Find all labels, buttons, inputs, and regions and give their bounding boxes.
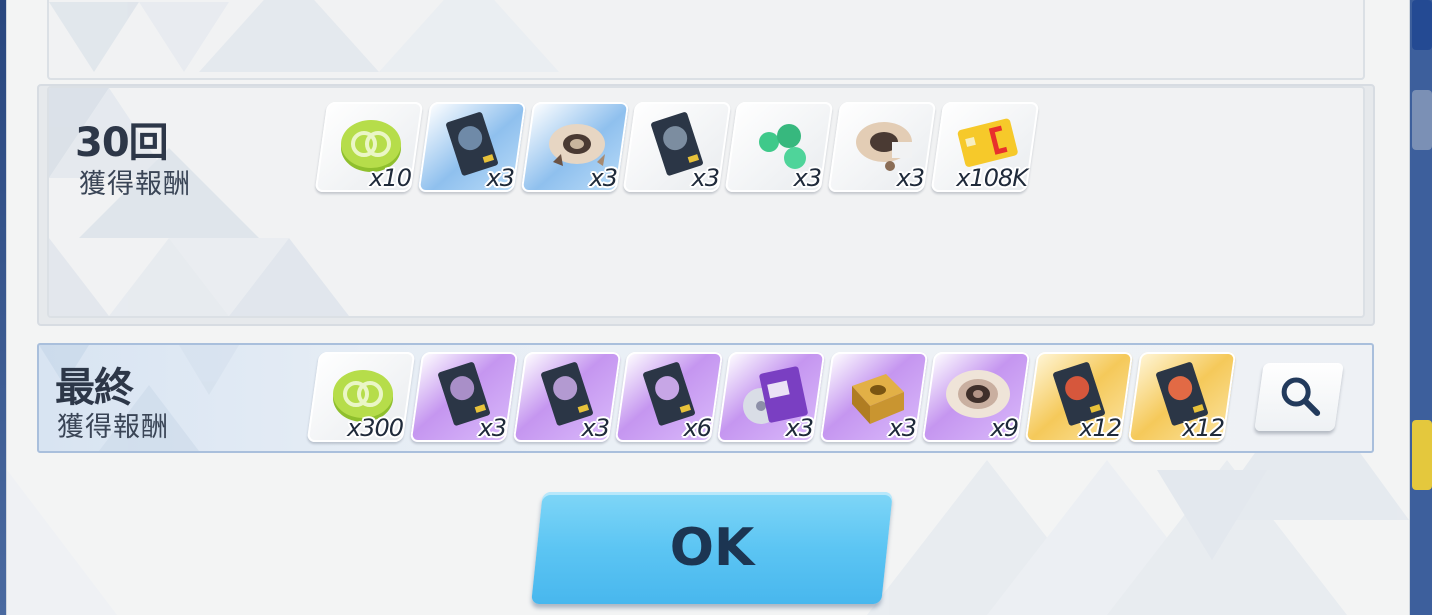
item-quantity: x3 [793,164,821,192]
reward-item[interactable]: x6 [614,352,724,442]
ok-button-label: OK [669,518,755,578]
item-quantity: x12 [1182,414,1224,442]
reward-item[interactable]: x3 [819,352,929,442]
reward-item[interactable]: x12 [1024,352,1134,442]
item-quantity: x3 [581,414,609,442]
panel-triangle-pattern [49,0,559,72]
ok-button[interactable]: OK [531,492,893,604]
reward-item[interactable]: x3 [827,102,937,192]
reward-item[interactable]: x3 [409,352,519,442]
reward-item[interactable]: x3 [520,102,630,192]
item-quantity: x3 [785,414,813,442]
background-edge-right [1408,0,1432,615]
previous-reward-panel [47,0,1365,80]
tier-sub-label: 獲得報酬 [57,412,169,443]
rewards-dialog: 30回 獲得報酬 x10 x3 x3 x3 x3 x3 x108K 最終 獲得報… [6,0,1410,615]
reward-item[interactable]: x12 [1127,352,1237,442]
item-quantity: x3 [478,414,506,442]
item-quantity: x6 [683,414,711,442]
reward-item[interactable]: x10 [314,102,424,192]
item-quantity: x108K [956,164,1027,192]
tier-sub-label: 獲得報酬 [79,169,191,200]
item-quantity: x3 [888,414,916,442]
item-quantity: x12 [1079,414,1121,442]
tier-count-label: 30回 [75,120,169,166]
search-button[interactable] [1254,363,1344,431]
reward-item[interactable]: x3 [622,102,732,192]
item-quantity: x3 [691,164,719,192]
item-quantity: x3 [486,164,514,192]
item-quantity: x3 [896,164,924,192]
item-quantity: x3 [589,164,617,192]
reward-item[interactable]: x300 [306,352,416,442]
item-quantity: x9 [990,414,1018,442]
reward-item[interactable]: x3 [417,102,527,192]
reward-item[interactable]: x108K [930,102,1040,192]
reward-item[interactable]: x9 [921,352,1031,442]
item-quantity: x10 [369,164,411,192]
reward-item[interactable]: x3 [724,102,834,192]
reward-item[interactable]: x3 [716,352,826,442]
search-icon [1281,377,1321,416]
reward-item[interactable]: x3 [512,352,622,442]
item-quantity: x300 [346,414,403,442]
